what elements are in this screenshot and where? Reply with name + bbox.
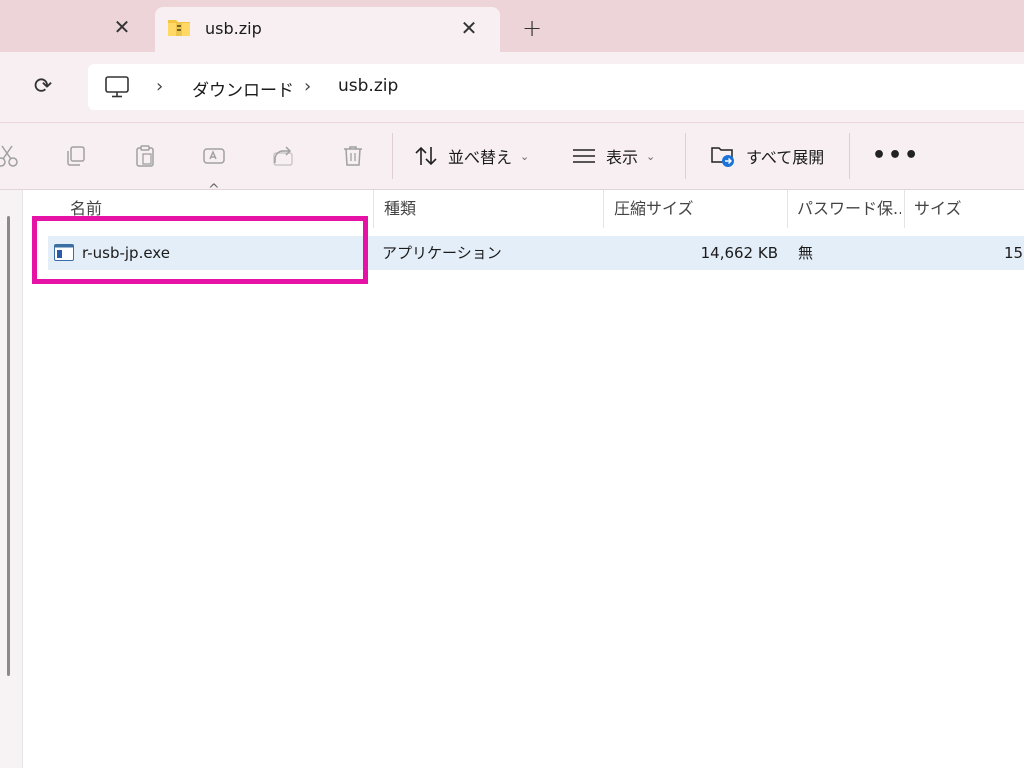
command-bar: 並べ替え ⌄ 表示 ⌄ すべて展開 ••• [0,123,1024,189]
view-button[interactable]: 表示 ⌄ [572,141,655,171]
paste-icon[interactable] [132,143,158,169]
zip-folder-icon [168,20,190,36]
tab-title: usb.zip [205,19,262,38]
sort-icon [415,146,437,166]
tab-bar: ✕ usb.zip ✕ + [0,0,1024,52]
delete-icon[interactable] [340,143,366,169]
sort-button[interactable]: 並べ替え ⌄ [414,141,529,171]
column-separator[interactable] [904,190,905,228]
chevron-down-icon: ⌄ [520,149,530,163]
extract-all-label: すべて展開 [746,148,825,167]
highlight-box [32,216,368,284]
cut-icon[interactable] [0,143,20,169]
close-tab-icon[interactable]: ✕ [457,16,481,40]
file-size: 15, [1004,244,1024,262]
navigation-pane[interactable] [0,190,23,768]
column-separator[interactable] [787,190,788,228]
breadcrumb-downloads[interactable]: ダウンロード [192,76,294,101]
breadcrumb-usb-zip[interactable]: usb.zip [338,76,398,96]
column-separator[interactable] [373,190,374,228]
column-header-compressed-size[interactable]: 圧縮サイズ [614,190,694,228]
file-type: アプリケーション [382,244,502,262]
close-tab-icon[interactable]: ✕ [110,15,134,39]
computer-icon[interactable] [104,75,130,99]
toolbar-separator [849,133,850,179]
extract-all-button[interactable]: すべて展開 [710,141,824,171]
extract-folder-icon [711,147,734,167]
share-icon[interactable] [271,143,297,169]
copy-icon[interactable] [63,143,89,169]
toolbar-separator [685,133,686,179]
nav-pane-scrollbar[interactable] [7,216,10,676]
more-options-icon[interactable]: ••• [872,143,920,168]
refresh-icon[interactable]: ⟳ [30,74,56,100]
column-separator[interactable] [603,190,604,228]
tab-usb-zip[interactable]: usb.zip ✕ [155,7,500,52]
address-bar[interactable]: › ダウンロード › usb.zip [88,64,1024,110]
chevron-down-icon: ⌄ [646,149,656,163]
file-compressed-size: 14,662 KB [700,244,778,262]
rename-icon[interactable] [201,143,227,169]
sort-ascending-icon: ^ [208,182,220,198]
breadcrumb-separator[interactable]: › [304,76,311,97]
new-tab-button[interactable]: + [520,16,544,40]
column-header-password[interactable]: パスワード保... [797,190,901,228]
column-header-size[interactable]: サイズ [914,190,962,228]
view-label: 表示 [606,148,639,167]
sort-label: 並べ替え [448,148,513,167]
toolbar-separator [392,133,393,179]
file-password-protected: 無 [798,244,814,262]
list-view-icon [573,149,595,163]
column-header-type[interactable]: 種類 [384,190,416,228]
address-row: ⟳ › ダウンロード › usb.zip [0,52,1024,122]
breadcrumb-separator[interactable]: › [156,76,163,97]
